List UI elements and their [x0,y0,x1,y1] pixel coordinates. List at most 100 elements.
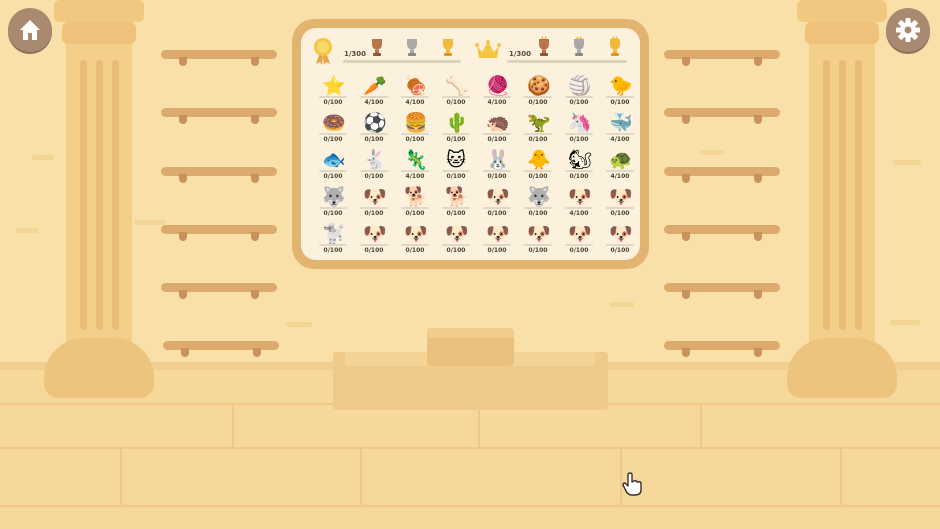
floor-seam [120,447,122,505]
collection-item-unicorn[interactable]: 🦄 0/100 [559,109,599,144]
carrot-icon: 🥕 [363,75,387,97]
collection-item-fish[interactable]: 🐟 0/100 [313,146,353,181]
item-count: 0/100 [364,247,384,254]
item-progress-bar [524,207,552,209]
item-count: 0/100 [569,173,589,180]
collection-item-lizard[interactable]: 🦎 4/100 [395,146,435,181]
fish-icon: 🐟 [322,149,346,171]
collection-item-shiba[interactable]: 🐕 0/100 [395,183,435,218]
collection-board: 1/300 1/300 ⭐ 0/100 🥕 4/100 🍖 4/100 🦴 0/… [292,19,649,269]
item-count: 0/100 [569,247,589,254]
collection-item-cactus[interactable]: 🌵 0/100 [436,109,476,144]
collection-header: 1/300 1/300 [301,36,640,66]
collection-item-bunny[interactable]: 🐰 0/100 [477,146,517,181]
column-capital [54,0,144,22]
collection-item-whale[interactable]: 🐳 4/100 [600,109,640,144]
collection-item-squirrel[interactable]: 🐿 0/100 [559,146,599,181]
collection-item-brown-dog[interactable]: 🐕 0/100 [436,183,476,218]
collection-item-burger[interactable]: 🍔 0/100 [395,109,435,144]
collection-item-boston-terrier[interactable]: 🐶 0/100 [600,183,640,218]
collection-item-rabbit[interactable]: 🐇 0/100 [354,146,394,181]
donut-icon: 🍩 [322,112,346,134]
item-count: 4/100 [610,136,630,143]
item-progress-bar [442,207,470,209]
crown-count: 1/300 [509,50,532,58]
pomeranian-icon: 🐶 [486,223,510,245]
collection-item-rubber-duck[interactable]: 🐤 0/100 [600,72,640,107]
pedestal-block-top [427,328,514,338]
collection-item-dachshund[interactable]: 🐶 0/100 [559,220,599,255]
shelf [161,225,277,241]
item-progress-bar [442,244,470,246]
item-count: 0/100 [528,247,548,254]
collection-item-husky[interactable]: 🐺 0/100 [313,183,353,218]
item-count: 0/100 [405,247,425,254]
item-progress-bar [360,170,388,172]
collection-item-chick[interactable]: 🐥 0/100 [518,146,558,181]
item-count: 0/100 [364,210,384,217]
shelf [664,225,780,241]
gear-icon [896,18,920,42]
collection-item-corgi[interactable]: 🐶 0/100 [477,183,517,218]
item-progress-bar [483,207,511,209]
collection-item-beagle[interactable]: 🐶 0/100 [436,220,476,255]
dino-toy-icon: 🦖 [527,112,551,134]
item-progress-bar [319,133,347,135]
collection-item-yarn-ball[interactable]: 🧶 4/100 [477,72,517,107]
collection-item-cookie[interactable]: 🍪 0/100 [518,72,558,107]
trophy-silver-icon [407,39,417,56]
item-progress-bar [565,133,593,135]
brown-dog-icon: 🐕 [445,186,469,208]
collection-item-meat[interactable]: 🍖 4/100 [395,72,435,107]
pug-icon: 🐶 [609,223,633,245]
collection-item-samoyed[interactable]: 🐶 0/100 [518,220,558,255]
home-button[interactable] [8,8,52,52]
crown-progress: 1/300 [475,36,635,66]
collection-item-hedgehog[interactable]: 🦔 0/100 [477,109,517,144]
beagle-icon: 🐶 [445,223,469,245]
shelf [161,50,277,66]
rubber-duck-icon: 🐤 [609,75,633,97]
collection-item-star[interactable]: ⭐ 0/100 [313,72,353,107]
medal-count: 1/300 [344,50,367,58]
hedgehog-icon: 🦔 [486,112,510,134]
collection-item-chihuahua[interactable]: 🐶 4/100 [559,183,599,218]
item-progress-bar [319,244,347,246]
floor-seam [232,403,234,447]
collection-item-carrot[interactable]: 🥕 4/100 [354,72,394,107]
item-count: 0/100 [446,99,466,106]
item-count: 0/100 [610,210,630,217]
collection-item-bone[interactable]: 🦴 0/100 [436,72,476,107]
collection-item-spaniel[interactable]: 🐶 0/100 [354,220,394,255]
wall-brick [893,160,921,165]
collection-item-husky-2[interactable]: 🐺 0/100 [518,183,558,218]
collection-item-turtle[interactable]: 🐢 4/100 [600,146,640,181]
squirrel-icon: 🐿 [568,149,593,171]
collection-item-pomeranian[interactable]: 🐶 0/100 [477,220,517,255]
settings-button[interactable] [886,8,930,52]
collection-panel: 1/300 1/300 ⭐ 0/100 🥕 4/100 🍖 4/100 🦴 0/… [301,28,640,260]
collection-item-soccer-ball[interactable]: ⚽ 0/100 [354,109,394,144]
collection-item-donut[interactable]: 🍩 0/100 [313,109,353,144]
collection-item-beach-ball[interactable]: 🏐 0/100 [559,72,599,107]
collection-item-dino-toy[interactable]: 🦖 0/100 [518,109,558,144]
column-groove [80,60,87,330]
item-count: 4/100 [364,99,384,106]
collection-item-maltese[interactable]: 🐩 0/100 [313,220,353,255]
bone-icon: 🦴 [445,75,469,97]
collection-item-schnauzer[interactable]: 🐶 0/100 [395,220,435,255]
item-count: 0/100 [610,247,630,254]
husky-icon: 🐺 [322,186,346,208]
item-progress-bar [319,207,347,209]
medal-icon [314,38,332,65]
collection-item-cat[interactable]: 🐱 0/100 [436,146,476,181]
collection-item-white-dog[interactable]: 🐶 0/100 [354,183,394,218]
shelf [664,283,780,299]
item-progress-bar [442,96,470,98]
collection-item-pug[interactable]: 🐶 0/100 [600,220,640,255]
item-progress-bar [606,96,634,98]
item-progress-bar [524,170,552,172]
maltese-icon: 🐩 [322,223,346,245]
crown-icon [475,40,501,58]
trophy-bronze-icon [539,36,549,56]
